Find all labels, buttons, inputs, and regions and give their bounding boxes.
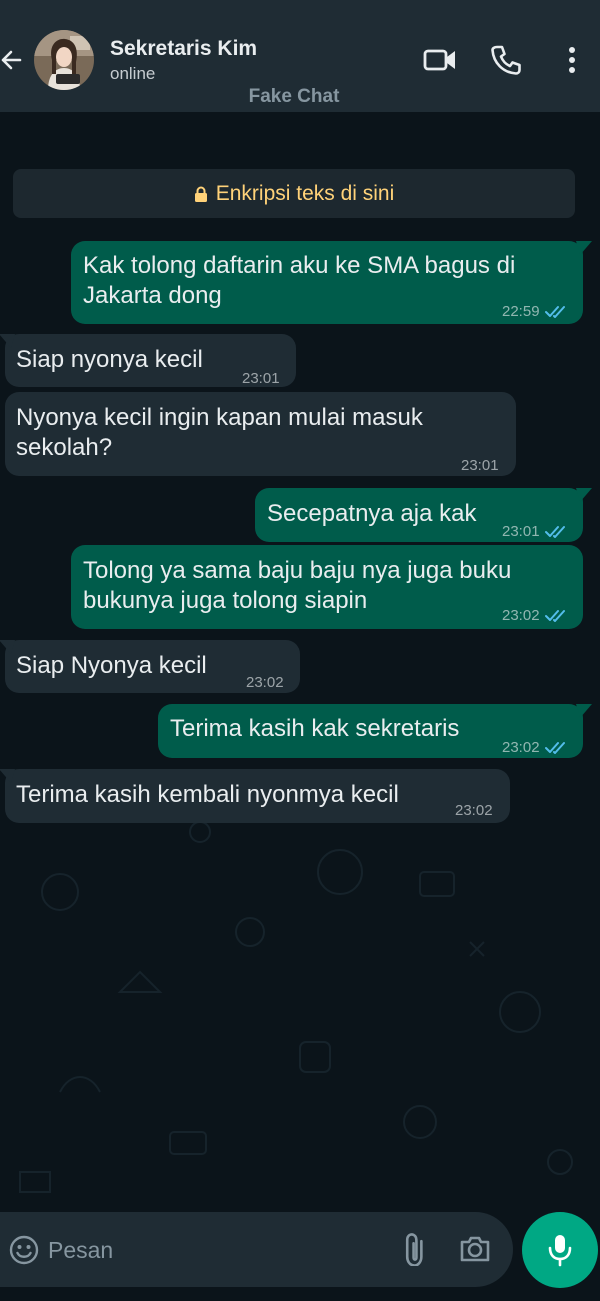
message-time: 23:02 [502,607,540,624]
message-text: Terima kasih kak sekretaris [170,715,460,742]
contact-name[interactable]: Sekretaris Kim [110,37,257,61]
encryption-banner[interactable]: Enkripsi teks di sini [13,169,575,218]
message-incoming[interactable]: Siap nyonya kecil 23:01 [0,334,296,387]
message-time: 23:02 [246,674,284,691]
message-incoming[interactable]: Nyonya kecil ingin kapan mulai masuk sek… [5,392,516,476]
message-time: 23:01 [461,457,499,474]
contact-status: online [110,64,156,83]
message-outgoing[interactable]: Tolong ya sama baju baju nya juga buku b… [71,545,583,629]
double-check-icon [544,526,565,538]
message-text: Secepatnya aja kak [267,500,477,527]
microphone-icon [548,1235,572,1267]
double-check-icon [544,306,565,318]
back-arrow-icon[interactable] [0,44,24,76]
paperclip-icon[interactable] [398,1232,432,1266]
encryption-banner-text: Enkripsi teks di sini [215,181,395,205]
message-text: Terima kasih kembali nyonmya kecil [16,781,399,808]
avatar-image [34,30,94,90]
message-text: Kak tolong daftarin aku ke SMA bagus di … [83,252,516,309]
chat-area[interactable]: Enkripsi teks di sini Kak tolong daftari… [0,112,600,1202]
message-text: Siap nyonya kecil [16,346,203,373]
message-time: 23:01 [502,523,540,540]
microphone-button[interactable] [522,1212,598,1288]
video-call-icon[interactable] [422,42,458,78]
camera-icon[interactable] [458,1232,492,1266]
message-text: Tolong ya sama baju baju nya juga buku b… [83,557,512,614]
message-incoming[interactable]: Siap Nyonya kecil 23:02 [0,640,300,693]
message-input[interactable] [48,1230,368,1270]
message-time: 23:02 [502,739,540,756]
message-incoming[interactable]: Terima kasih kembali nyonmya kecil 23:02 [0,769,510,823]
message-text: Siap Nyonya kecil [16,652,207,679]
message-time: 23:01 [242,370,280,387]
message-composer [0,1212,513,1287]
lock-icon [194,186,207,202]
phone-icon[interactable] [488,42,524,78]
message-outgoing[interactable]: Kak tolong daftarin aku ke SMA bagus di … [71,241,592,324]
double-check-icon [544,742,565,754]
bubble-tail [576,241,592,255]
message-outgoing[interactable]: Secepatnya aja kak 23:01 [255,488,592,542]
message-text: Nyonya kecil ingin kapan mulai masuk sek… [16,404,423,461]
double-check-icon [544,610,565,622]
message-time: 22:59 [502,303,540,320]
more-vertical-icon[interactable] [560,42,584,78]
bubble-tail [0,769,15,783]
bubble-tail [576,488,592,502]
watermark-text: Fake Chat [248,86,340,107]
emoji-icon[interactable] [8,1234,40,1266]
chat-header: Sekretaris Kim online Fake Chat [0,0,600,112]
avatar[interactable] [34,30,94,90]
message-time: 23:02 [455,802,493,819]
bubble-tail [0,640,15,654]
bubble-tail [0,334,15,348]
bubble-tail [576,704,592,718]
message-outgoing[interactable]: Terima kasih kak sekretaris 23:02 [158,704,592,758]
